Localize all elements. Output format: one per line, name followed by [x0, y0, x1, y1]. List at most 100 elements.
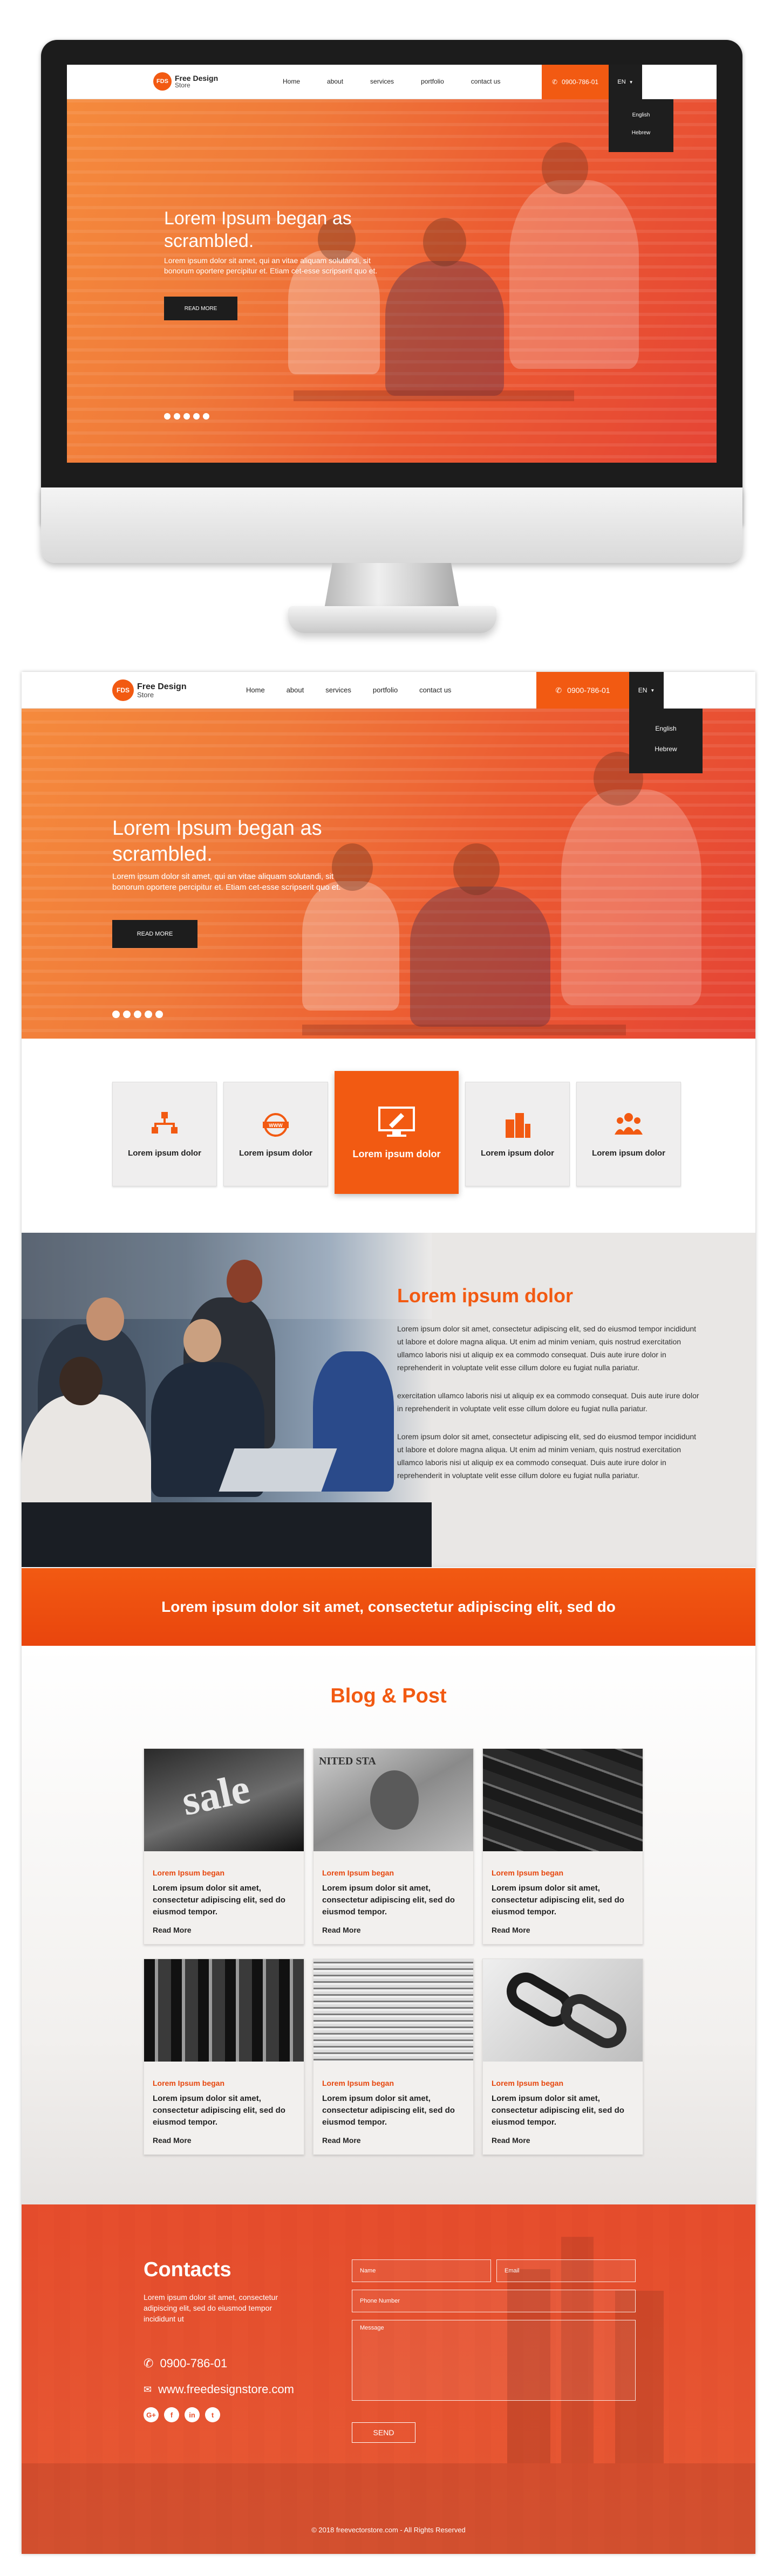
feature-card[interactable]: WWW Lorem ipsum dolor: [223, 1082, 328, 1186]
post-text: Lorem ipsum dolor sit amet, consectetur …: [492, 2094, 624, 2127]
envelope-icon: ✉: [144, 2383, 152, 2395]
post-title: Lorem Ipsum began: [153, 2079, 225, 2087]
linkedin-icon[interactable]: in: [185, 2407, 200, 2422]
about-section: Lorem ipsum dolor Lorem ipsum dolor sit …: [22, 1233, 755, 1567]
feature-card[interactable]: Lorem ipsum dolor: [576, 1082, 681, 1186]
language-option-hebrew[interactable]: Hebrew: [609, 130, 673, 136]
slider-dot[interactable]: [123, 1011, 131, 1018]
language-option-hebrew[interactable]: Hebrew: [629, 745, 703, 753]
email-field[interactable]: Email: [496, 2259, 636, 2282]
logo-name: Free Design: [137, 682, 187, 691]
language-current: EN: [638, 686, 648, 694]
slider-dot[interactable]: [112, 1011, 120, 1018]
language-option-english[interactable]: English: [629, 725, 703, 732]
twitter-icon[interactable]: t: [205, 2407, 220, 2422]
business-meeting-photo: [22, 1233, 432, 1567]
feature-label: Lorem ipsum dolor: [592, 1148, 665, 1158]
language-select[interactable]: EN ▼: [609, 65, 642, 99]
slider-dot[interactable]: [164, 413, 171, 420]
read-more-link[interactable]: Read More: [322, 2136, 361, 2145]
group-people-icon: [615, 1112, 643, 1135]
blog-card[interactable]: sale Lorem Ipsum began Lorem ipsum dolor…: [144, 1748, 304, 1945]
slider-dots: [164, 413, 209, 420]
hero-text: Lorem ipsum dolor sit amet, qui an vitae…: [164, 256, 378, 275]
blog-card[interactable]: Lorem Ipsum began Lorem ipsum dolor sit …: [144, 1959, 304, 2155]
nav-portfolio[interactable]: portfolio: [421, 78, 444, 85]
send-button[interactable]: Send: [352, 2422, 415, 2443]
hero-read-more-button[interactable]: Read More: [112, 920, 197, 948]
nav-services[interactable]: services: [370, 78, 394, 85]
blog-card[interactable]: NITED STA Lorem Ipsum began Lorem ipsum …: [313, 1748, 474, 1945]
language-option-english[interactable]: English: [609, 112, 673, 118]
feature-card-active[interactable]: Lorem ipsum dolor: [335, 1071, 459, 1194]
site-header: FDS Free Design Store Home about service…: [22, 672, 755, 709]
logo[interactable]: FDS Free Design Store: [112, 679, 187, 701]
contacts-heading: Contacts: [144, 2258, 231, 2281]
phone-button[interactable]: ✆ 0900-786-01: [542, 65, 609, 99]
phone-number: 0900-786-01: [562, 78, 599, 86]
nav-home[interactable]: Home: [283, 78, 300, 85]
nav-contact[interactable]: contact us: [419, 686, 451, 694]
feature-label: Lorem ipsum dolor: [481, 1148, 554, 1158]
logo-subname: Store: [175, 81, 190, 89]
monitor-design-icon: [378, 1106, 415, 1137]
post-title: Lorem Ipsum began: [492, 2079, 564, 2087]
svg-text:WWW: WWW: [269, 1123, 283, 1128]
slider-dots: [112, 1011, 163, 1018]
mini-logo[interactable]: FDS Free Design Store: [153, 72, 218, 91]
chevron-down-icon: ▼: [629, 79, 633, 85]
monitor-chin: [41, 487, 742, 563]
hero-title: Lorem Ipsum began as scrambled.: [112, 817, 322, 865]
nav-home[interactable]: Home: [246, 686, 265, 694]
blog-heading: Blog & Post: [330, 1685, 447, 1707]
post-text: Lorem ipsum dolor sit amet, consectetur …: [153, 1884, 285, 1916]
footer-phone: ✆ 0900-786-01: [144, 2357, 227, 2371]
slider-dot[interactable]: [203, 413, 209, 420]
feature-card[interactable]: Lorem ipsum dolor: [465, 1082, 570, 1186]
footer-phone-number: 0900-786-01: [160, 2357, 228, 2370]
language-current: EN: [617, 79, 626, 85]
nav-services[interactable]: services: [325, 686, 351, 694]
coins-stack-photo: [313, 1959, 473, 2062]
phone-button[interactable]: ✆ 0900-786-01: [536, 672, 629, 709]
mini-nav: Home about services portfolio contact us: [283, 78, 500, 85]
language-select[interactable]: EN ▼: [629, 672, 664, 709]
nav-contact[interactable]: contact us: [471, 78, 501, 85]
nav-about[interactable]: about: [287, 686, 304, 694]
main-nav: Home about services portfolio contact us: [246, 686, 451, 694]
slider-dot[interactable]: [174, 413, 180, 420]
blog-card[interactable]: Lorem Ipsum began Lorem ipsum dolor sit …: [482, 1748, 643, 1945]
blog-card[interactable]: Lorem Ipsum began Lorem ipsum dolor sit …: [482, 1959, 643, 2155]
feature-card[interactable]: Lorem ipsum dolor: [112, 1082, 217, 1186]
slider-dot[interactable]: [145, 1011, 152, 1018]
read-more-link[interactable]: Read More: [322, 1926, 361, 1934]
read-more-link[interactable]: Read More: [153, 1926, 192, 1934]
chain-link-photo: [483, 1959, 643, 2062]
logo-name: Free Design: [175, 74, 219, 83]
read-more-link[interactable]: Read More: [153, 2136, 192, 2145]
keyboard-photo: [483, 1749, 643, 1851]
read-more-link[interactable]: Read More: [492, 1926, 530, 1934]
blog-card[interactable]: Lorem Ipsum began Lorem ipsum dolor sit …: [313, 1959, 474, 2155]
language-dropdown: English Hebrew: [629, 709, 703, 773]
slider-dot[interactable]: [183, 413, 190, 420]
nav-portfolio[interactable]: portfolio: [373, 686, 398, 694]
slider-dot[interactable]: [155, 1011, 163, 1018]
slider-dot[interactable]: [134, 1011, 141, 1018]
hero-read-more-button[interactable]: Read More: [164, 297, 237, 320]
world-web-icon: WWW: [263, 1112, 289, 1137]
google-plus-icon[interactable]: G+: [144, 2407, 159, 2422]
read-more-link[interactable]: Read More: [492, 2136, 530, 2145]
message-field[interactable]: Message: [352, 2320, 636, 2401]
facebook-icon[interactable]: f: [164, 2407, 179, 2422]
phone-number-field[interactable]: Phone Number: [352, 2290, 636, 2312]
full-page-preview: FDS Free Design Store Home about service…: [22, 672, 755, 2554]
monitor-screen: FDS Free Design Store Home about service…: [67, 65, 717, 463]
nav-about[interactable]: about: [327, 78, 343, 85]
cta-band: Lorem ipsum dolor sit amet, consectetur …: [22, 1568, 755, 1646]
slider-dot[interactable]: [193, 413, 200, 420]
phone-number: 0900-786-01: [567, 686, 610, 695]
name-field[interactable]: Name: [352, 2259, 491, 2282]
laptop: [219, 1448, 337, 1492]
footer-website-url[interactable]: www.freedesignstore.com: [158, 2382, 294, 2396]
